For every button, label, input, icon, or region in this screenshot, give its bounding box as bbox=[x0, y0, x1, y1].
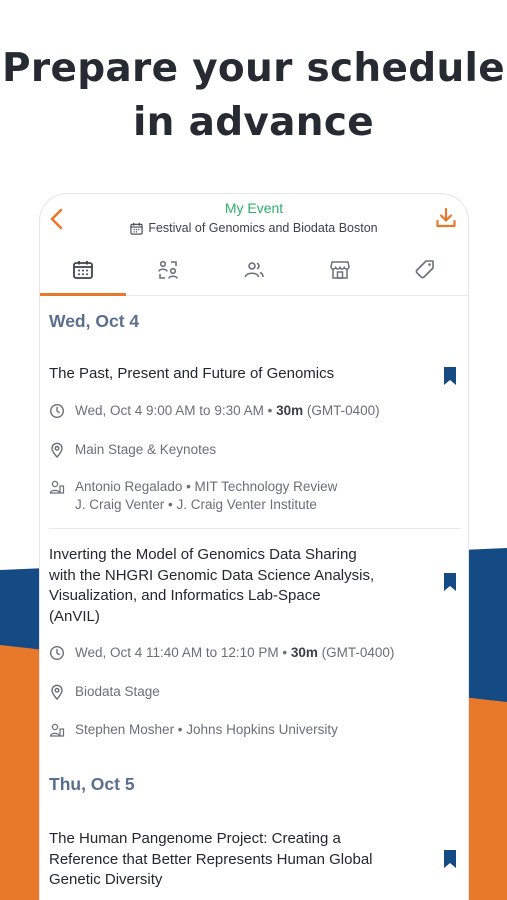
session-title-line: (AnVIL) bbox=[49, 607, 100, 625]
bookmark-icon[interactable] bbox=[442, 849, 458, 869]
exhibitor-booth-icon bbox=[329, 260, 350, 279]
session-speakers-row: Antonio Regalado • MIT Technology Review… bbox=[49, 478, 459, 514]
download-icon[interactable] bbox=[434, 206, 458, 230]
session-location: Main Stage & Keynotes bbox=[75, 442, 217, 457]
session-title: Inverting the Model of Genomics Data Sha… bbox=[49, 545, 459, 627]
session-title-line: The Human Pangenome Project: Creating a bbox=[49, 830, 341, 847]
people-icon bbox=[244, 261, 264, 277]
divider bbox=[49, 528, 460, 529]
headline-line-2: in advance bbox=[132, 100, 375, 145]
day-heading: Thu, Oct 5 bbox=[49, 774, 135, 794]
session-title: The Past, Present and Future of Genomics bbox=[49, 364, 459, 385]
session-title-line: Reference that Better Represents Human G… bbox=[49, 850, 373, 868]
phone-screen: My Event Festival of Genomics and Biodat… bbox=[39, 193, 469, 900]
speaker-icon bbox=[49, 480, 65, 494]
event-subtitle: Festival of Genomics and Biodata Boston bbox=[148, 221, 378, 235]
session-speakers-row: Stephen Mosher • Johns Hopkins Universit… bbox=[49, 721, 459, 739]
calendar-icon bbox=[72, 260, 93, 279]
session-time: Wed, Oct 4 11:40 AM to 12:10 PM • bbox=[75, 645, 288, 660]
session-timezone: (GMT-0400) bbox=[306, 403, 380, 418]
session-duration: 30m bbox=[276, 403, 304, 418]
speaker-icon bbox=[49, 723, 65, 737]
day-heading: Wed, Oct 4 bbox=[49, 311, 140, 331]
session-time-row: Wed, Oct 4 11:40 AM to 12:10 PM • 30m (G… bbox=[49, 644, 459, 662]
session-location-row: Main Stage & Keynotes bbox=[49, 441, 459, 459]
session-timezone: (GMT-0400) bbox=[321, 645, 395, 660]
headline: Prepare your schedule in advance bbox=[0, 42, 507, 150]
session-title-line: The Past, Present and Future of Genomics bbox=[49, 365, 335, 382]
session-time-row: Wed, Oct 4 9:00 AM to 9:30 AM • 30m (GMT… bbox=[49, 402, 459, 420]
speaker-line: Stephen Mosher • Johns Hopkins Universit… bbox=[75, 722, 338, 737]
tab-exhibitors[interactable] bbox=[297, 244, 383, 295]
bookmark-icon[interactable] bbox=[442, 366, 458, 386]
headline-line-1: Prepare your schedule bbox=[2, 46, 505, 91]
networking-icon bbox=[158, 260, 179, 279]
event-subtitle-row: Festival of Genomics and Biodata Boston bbox=[40, 221, 468, 235]
location-pin-icon bbox=[51, 684, 63, 700]
tag-icon bbox=[415, 259, 434, 278]
tab-people[interactable] bbox=[211, 244, 297, 295]
session-location: Biodata Stage bbox=[75, 684, 160, 699]
session-title: The Human Pangenome Project: Creating a … bbox=[49, 829, 459, 891]
tab-bar bbox=[40, 244, 468, 296]
tab-offers[interactable] bbox=[382, 244, 468, 295]
session-title-line: Visualization, and Informatics Lab-Space bbox=[49, 587, 321, 604]
session-time: Wed, Oct 4 9:00 AM to 9:30 AM • bbox=[75, 403, 273, 418]
top-bar: My Event Festival of Genomics and Biodat… bbox=[40, 194, 468, 244]
clock-icon bbox=[49, 645, 65, 661]
clock-icon bbox=[49, 403, 65, 419]
tab-schedule[interactable] bbox=[40, 244, 126, 296]
speaker-line: J. Craig Venter • J. Craig Venter Instit… bbox=[75, 497, 317, 512]
bookmark-icon[interactable] bbox=[442, 572, 458, 592]
event-title: My Event bbox=[224, 200, 284, 216]
session-title-line: Inverting the Model of Genomics Data Sha… bbox=[49, 546, 357, 563]
session-title-line: with the NHGRI Genomic Data Science Anal… bbox=[49, 566, 375, 584]
session-card[interactable]: The Past, Present and Future of Genomics… bbox=[49, 364, 459, 512]
session-location-row: Biodata Stage bbox=[49, 683, 459, 701]
location-pin-icon bbox=[51, 442, 63, 458]
session-card[interactable]: The Human Pangenome Project: Creating a … bbox=[49, 829, 459, 891]
calendar-small-icon bbox=[130, 222, 143, 235]
session-title-line: Genetic Diversity bbox=[49, 871, 163, 888]
speaker-line: Antonio Regalado • MIT Technology Review bbox=[75, 479, 338, 494]
tab-networking[interactable] bbox=[126, 244, 212, 295]
session-card[interactable]: Inverting the Model of Genomics Data Sha… bbox=[49, 545, 459, 737]
session-duration: 30m bbox=[290, 645, 318, 660]
